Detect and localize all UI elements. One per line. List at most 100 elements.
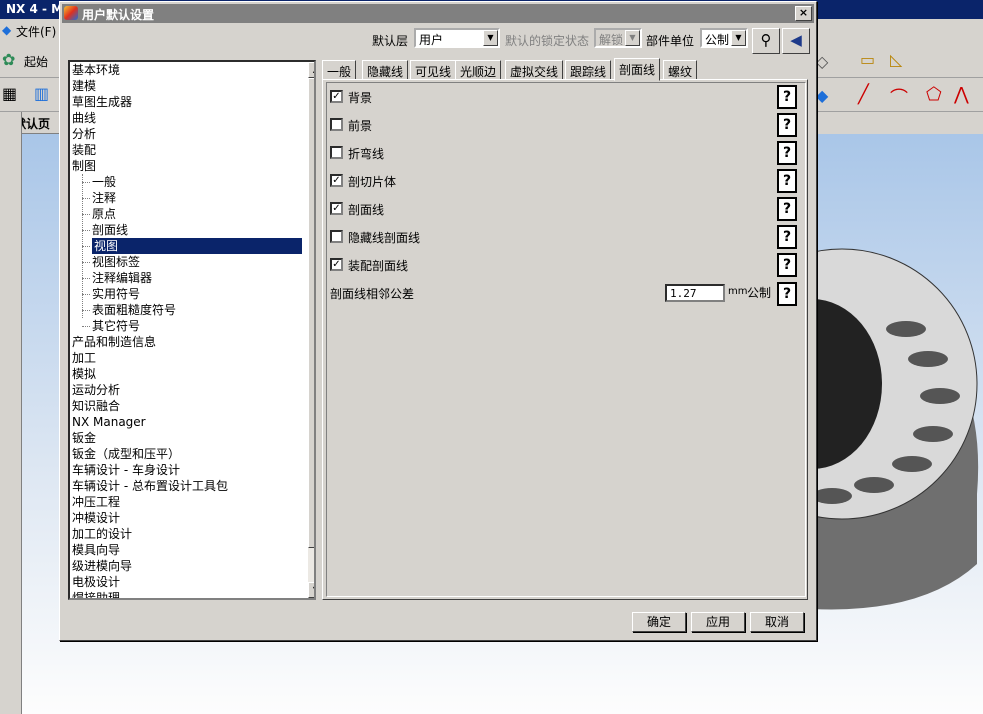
- tree-item[interactable]: 车辆设计 - 车身设计: [72, 462, 180, 478]
- option-checkbox[interactable]: [330, 146, 343, 159]
- tab-5[interactable]: 跟踪线: [565, 60, 612, 80]
- tree-item[interactable]: 冲模设计: [72, 510, 120, 526]
- help-button[interactable]: ?: [777, 141, 797, 165]
- tree-item[interactable]: 冲压工程: [72, 494, 120, 510]
- tree-item[interactable]: 加工: [72, 350, 96, 366]
- tree-item[interactable]: 焊接助理: [72, 590, 120, 598]
- ok-button[interactable]: 确定: [632, 612, 686, 632]
- apply-button[interactable]: 应用: [691, 612, 745, 632]
- tree-scrollbar[interactable]: ▲ ▼: [308, 62, 314, 598]
- help-button[interactable]: ?: [777, 253, 797, 277]
- scroll-thumb[interactable]: [308, 78, 314, 548]
- tree-connector: [82, 230, 90, 231]
- tree-item[interactable]: 装配: [72, 142, 96, 158]
- tree-item[interactable]: 模具向导: [72, 542, 120, 558]
- help-button-tolerance[interactable]: ?: [777, 282, 797, 306]
- measure-angle-icon[interactable]: ◺: [890, 50, 902, 69]
- option-checkbox[interactable]: ✓: [330, 202, 343, 215]
- tree-connector: [82, 310, 90, 311]
- tree-item[interactable]: 制图: [72, 158, 96, 174]
- tree-item[interactable]: 运动分析: [72, 382, 120, 398]
- line-icon[interactable]: ╱: [858, 84, 869, 105]
- tab-0[interactable]: 一般: [322, 60, 357, 80]
- help-button[interactable]: ?: [777, 169, 797, 193]
- option-checkbox[interactable]: ✓: [330, 90, 343, 103]
- start-menu[interactable]: 起始: [24, 53, 48, 70]
- manage-button[interactable]: ◀: [782, 28, 810, 54]
- dialog-title-bar[interactable]: 用户默认设置: [62, 4, 814, 23]
- find-button[interactable]: ⚲: [752, 28, 780, 54]
- view-tool-icon[interactable]: ◇: [816, 52, 828, 71]
- lock-state-select: 解锁 ▼: [594, 28, 642, 48]
- tree-connector: [82, 294, 90, 295]
- tree-item[interactable]: 实用符号: [92, 286, 140, 302]
- option-checkbox[interactable]: ✓: [330, 174, 343, 187]
- option-checkbox[interactable]: [330, 230, 343, 243]
- tree-item[interactable]: 剖面线: [92, 222, 128, 238]
- tree-item[interactable]: 分析: [72, 126, 96, 142]
- tree-connector: [82, 214, 90, 215]
- option-label: 背景: [348, 91, 373, 105]
- tree-item[interactable]: 钣金（成型和压平）: [72, 446, 180, 462]
- polygon-icon[interactable]: ⬠: [926, 84, 942, 105]
- tab-6[interactable]: 剖面线: [614, 58, 661, 81]
- scroll-up-button[interactable]: ▲: [308, 62, 314, 78]
- menu-file[interactable]: 文件(F): [16, 23, 56, 40]
- measure-distance-icon[interactable]: ▭: [860, 50, 875, 69]
- lock-state-value: 解锁: [599, 33, 624, 47]
- default-layer-select[interactable]: 用户 ▼: [414, 28, 500, 48]
- tree-item[interactable]: 草图生成器: [72, 94, 132, 110]
- tree-item[interactable]: NX Manager: [72, 414, 146, 430]
- nx-logo-icon: ◆: [2, 23, 12, 37]
- tab-1[interactable]: 隐藏线: [362, 60, 409, 80]
- tree-item[interactable]: 车辆设计 - 总布置设计工具包: [72, 478, 228, 494]
- user-defaults-dialog: 用户默认设置 × 默认层 用户 ▼ 默认的锁定状态 解锁 ▼ 部件单位 公制 ▼…: [59, 1, 817, 641]
- tree-item[interactable]: 视图: [92, 238, 302, 254]
- tab-4[interactable]: 虚拟交线: [505, 60, 564, 80]
- tab-3[interactable]: 光顺边: [455, 60, 502, 80]
- tree-item[interactable]: 产品和制造信息: [72, 334, 156, 350]
- help-icon: ?: [782, 145, 792, 161]
- part-units-label: 部件单位: [646, 34, 695, 48]
- tree-item[interactable]: 电极设计: [72, 574, 120, 590]
- help-button[interactable]: ?: [777, 113, 797, 137]
- spline-icon[interactable]: ⋀: [954, 84, 969, 105]
- tree-item[interactable]: 注释编辑器: [92, 270, 152, 286]
- help-button[interactable]: ?: [777, 85, 797, 109]
- sheet-icon[interactable]: ▥: [34, 84, 49, 103]
- close-button[interactable]: ×: [795, 6, 812, 21]
- tree-item[interactable]: 表面粗糙度符号: [92, 302, 176, 318]
- app-menu-bar: ◆ 文件(F): [0, 20, 60, 42]
- tree-item[interactable]: 其它符号: [92, 318, 140, 334]
- tree-item[interactable]: 钣金: [72, 430, 96, 446]
- category-tree[interactable]: 基本环境 建模 草图生成器 曲线 分析 装配 制图 一般 注释 原点 剖面线 视图 视图标签 注释编辑器实…: [68, 60, 316, 600]
- chevron-down-icon: ▼: [625, 30, 640, 46]
- part-units-select[interactable]: 公制 ▼: [700, 28, 748, 48]
- tree-item[interactable]: 基本环境: [72, 62, 120, 78]
- option-checkbox[interactable]: [330, 118, 343, 131]
- grid-icon[interactable]: ▦: [2, 84, 17, 103]
- tab-7[interactable]: 螺纹: [663, 60, 698, 80]
- tolerance-unit: mm: [728, 286, 748, 297]
- tree-item[interactable]: 知识融合: [72, 398, 120, 414]
- tree-item[interactable]: 建模: [72, 78, 96, 94]
- tree-item[interactable]: 一般: [92, 174, 116, 190]
- help-icon: ?: [782, 257, 792, 273]
- tree-item[interactable]: 级进模向导: [72, 558, 132, 574]
- help-button[interactable]: ?: [777, 197, 797, 221]
- tree-item[interactable]: 注释: [92, 190, 116, 206]
- tree-item[interactable]: 原点: [92, 206, 116, 222]
- options-panel: [326, 82, 806, 597]
- tree-item[interactable]: 曲线: [72, 110, 96, 126]
- tab-2[interactable]: 可见线: [410, 60, 457, 80]
- option-checkbox[interactable]: ✓: [330, 258, 343, 271]
- tolerance-input[interactable]: 1.27: [665, 284, 725, 302]
- tree-item[interactable]: 视图标签: [92, 254, 140, 270]
- arc-icon[interactable]: ⌒: [890, 84, 908, 110]
- scroll-down-button[interactable]: ▼: [308, 582, 314, 598]
- help-button[interactable]: ?: [777, 225, 797, 249]
- shade-icon[interactable]: ◆: [816, 86, 828, 105]
- tree-item[interactable]: 加工的设计: [72, 526, 132, 542]
- cancel-button[interactable]: 取消: [750, 612, 804, 632]
- tree-item[interactable]: 模拟: [72, 366, 96, 382]
